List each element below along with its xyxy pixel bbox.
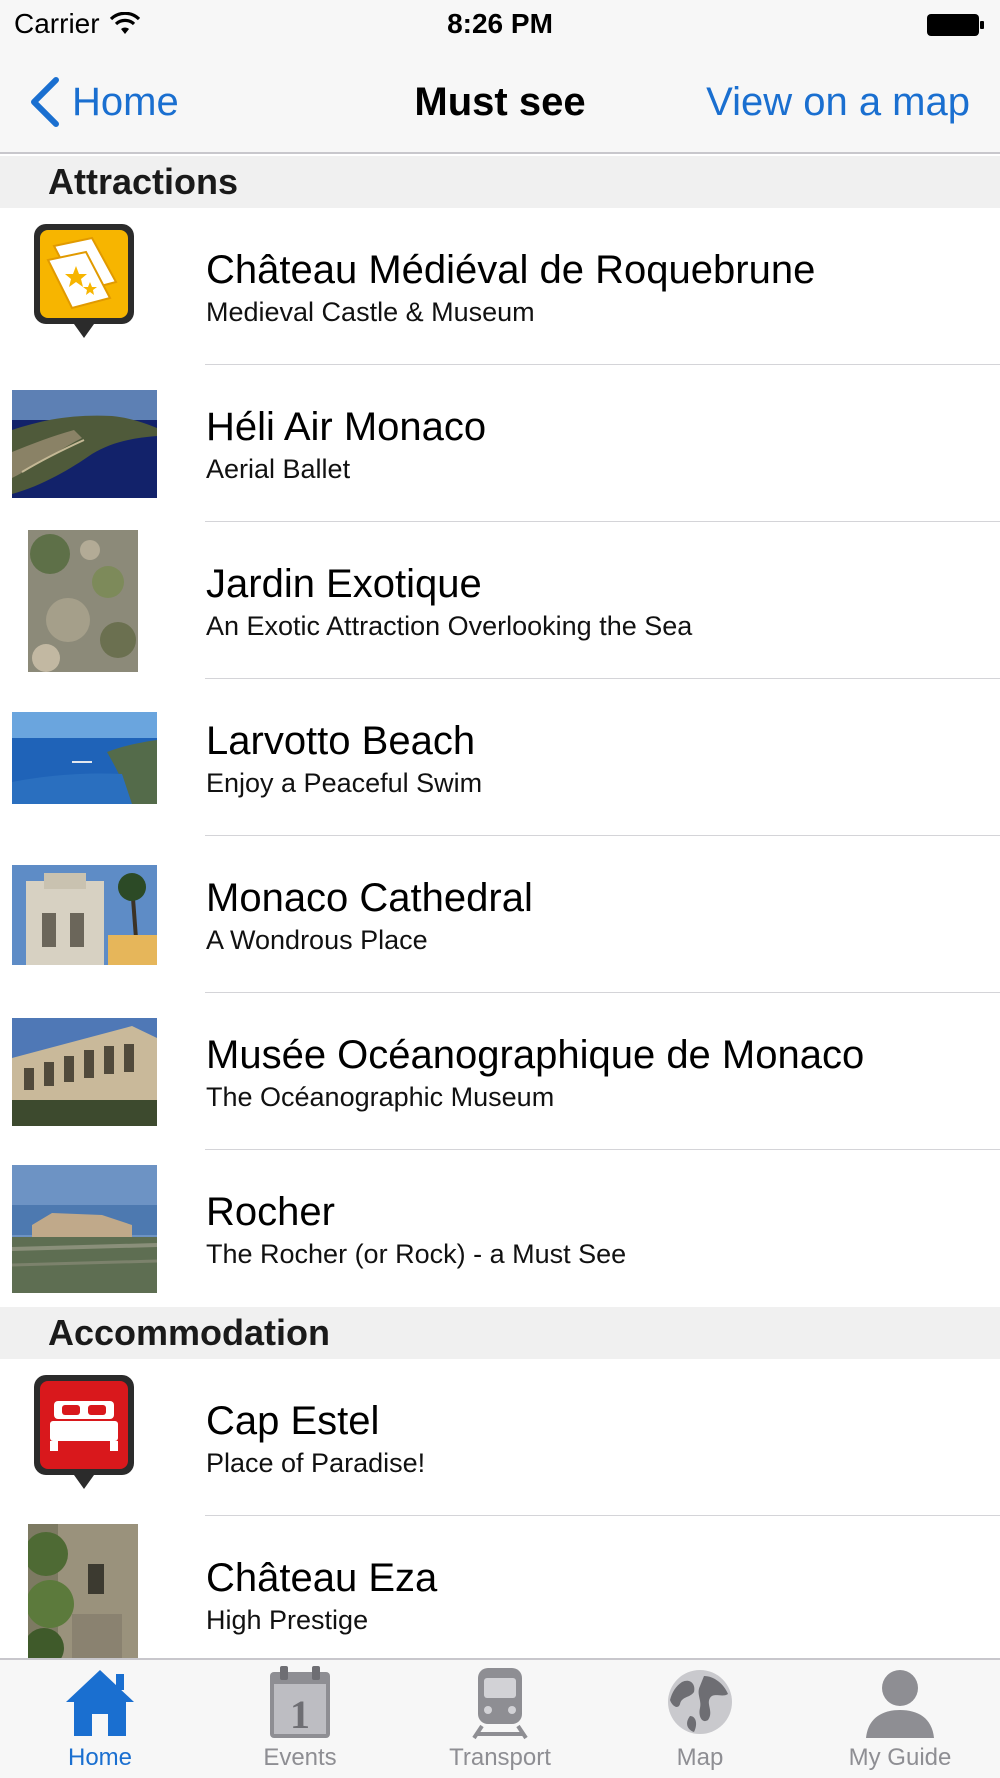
back-button-label: Home [72,79,179,124]
item-subtitle: An Exotic Attraction Overlooking the Sea [206,611,693,641]
item-title: Château Eza [206,1556,438,1600]
train-icon [472,1668,528,1740]
aerial-coast-photo [12,389,157,498]
museum-photo [12,1017,157,1126]
tab-label: My Guide [848,1744,952,1771]
list-item[interactable]: Monaco Cathedral A Wondrous Place [0,836,1000,993]
chateau-eza-photo [28,1523,138,1658]
list-item[interactable]: Larvotto Beach Enjoy a Peaceful Swim [0,679,1000,836]
item-title: Cap Estel [206,1399,380,1443]
status-bar: Carrier 8:26 PM [0,0,1000,50]
page-title: Must see [414,80,586,124]
tab-bar: Home 1 Events Transport Map My Guide [0,1658,1000,1778]
bed-pin-icon [34,1375,134,1489]
tab-home[interactable]: Home [0,1660,200,1778]
item-title: Jardin Exotique [206,562,482,606]
list-item[interactable]: Musée Océanographique de Monaco The Océa… [0,993,1000,1150]
navigation-bar: Home Must see View on a map [0,50,1000,154]
tab-map[interactable]: Map [600,1660,800,1778]
tab-label: Map [676,1744,724,1771]
list-item[interactable]: Château Médiéval de Roquebrune Medieval … [0,208,1000,365]
tab-transport[interactable]: Transport [400,1660,600,1778]
clock: 8:26 PM [447,8,553,39]
exotic-garden-photo [28,529,138,672]
tab-label: Transport [449,1744,551,1771]
person-icon [866,1670,934,1738]
item-subtitle: Place of Paradise! [206,1448,426,1478]
ticket-pin-icon [34,224,134,338]
must-see-list: Attractions Château Médiéval de Roquebru… [0,156,1000,1658]
item-title: Héli Air Monaco [206,405,487,449]
tab-my-guide[interactable]: My Guide [800,1660,1000,1778]
section-header-attractions: Attractions [0,156,1000,208]
item-subtitle: Medieval Castle & Museum [206,297,535,327]
list-item[interactable]: Cap Estel Place of Paradise! [0,1359,1000,1516]
home-icon [66,1670,134,1736]
list-item[interactable]: Héli Air Monaco Aerial Ballet [0,365,1000,522]
beach-photo [12,711,157,804]
item-title: Musée Océanographique de Monaco [206,1033,865,1077]
globe-icon [668,1670,732,1734]
svg-text:1: 1 [290,1692,310,1737]
item-subtitle: High Prestige [206,1605,369,1635]
item-title: Larvotto Beach [206,719,476,763]
calendar-icon: 1 [270,1666,330,1738]
view-on-map-button[interactable]: View on a map [706,80,970,125]
tab-events[interactable]: 1 Events [200,1660,400,1778]
item-subtitle: The Rocher (or Rock) - a Must See [206,1239,627,1269]
item-subtitle: A Wondrous Place [206,925,428,955]
back-button[interactable]: Home [28,76,179,128]
item-subtitle: Enjoy a Peaceful Swim [206,768,483,798]
item-subtitle: The Océanographic Museum [206,1082,555,1112]
item-title: Monaco Cathedral [206,876,533,920]
battery-icon [927,14,984,36]
item-title: Château Médiéval de Roquebrune [206,248,816,292]
rocher-photo [12,1164,157,1293]
item-subtitle: Aerial Ballet [206,454,351,484]
cathedral-photo [12,864,157,965]
tab-label: Home [67,1744,133,1771]
section-header-accommodation: Accommodation [0,1307,1000,1359]
item-title: Rocher [206,1190,335,1234]
list-item[interactable]: Jardin Exotique An Exotic Attraction Ove… [0,522,1000,679]
tab-label: Events [263,1744,337,1771]
chevron-left-icon [31,77,59,127]
list-item[interactable]: Château Eza High Prestige [0,1516,1000,1658]
list-item[interactable]: Rocher The Rocher (or Rock) - a Must See [0,1150,1000,1307]
